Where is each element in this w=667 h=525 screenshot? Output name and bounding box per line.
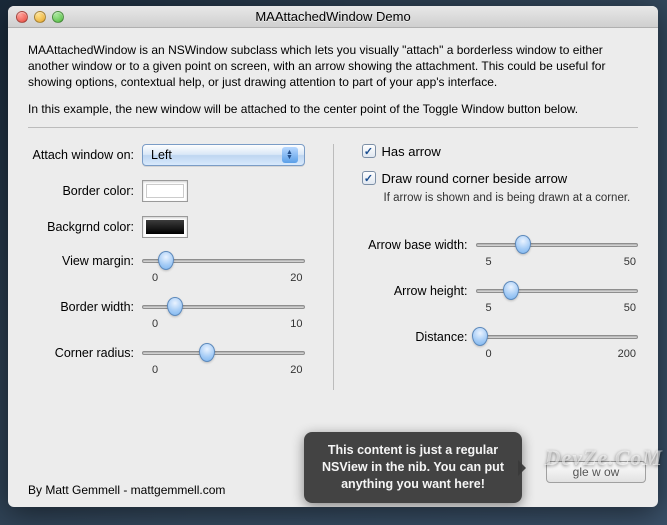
has-arrow-checkbox[interactable]: ✓ (362, 144, 376, 158)
chevron-updown-icon: ▲▼ (282, 147, 298, 163)
window-title: MAAttachedWindow Demo (8, 9, 658, 24)
view-margin-slider[interactable] (142, 252, 305, 270)
view-margin-min: 0 (152, 272, 158, 284)
intro-paragraph-1: MAAttachedWindow is an NSWindow subclass… (28, 42, 638, 91)
background-color-swatch (146, 220, 184, 234)
columns: Attach window on: Left ▲▼ Border color: … (28, 144, 638, 390)
attach-value: Left (151, 148, 172, 162)
corner-radius-min: 0 (152, 364, 158, 376)
toggle-window-button[interactable]: gle w ow (546, 461, 646, 483)
corner-radius-block: Corner radius: 0 20 (28, 344, 305, 376)
left-column: Attach window on: Left ▲▼ Border color: … (28, 144, 305, 390)
arrow-base-width-max: 50 (624, 256, 636, 268)
arrow-height-block: Arrow height: 5 50 (362, 282, 639, 314)
right-column: ✓ Has arrow ✓ Draw round corner beside a… (362, 144, 639, 390)
round-corner-note: If arrow is shown and is being drawn at … (384, 192, 639, 204)
attached-panel: This content is just a regular NSView in… (304, 432, 522, 503)
attach-row: Attach window on: Left ▲▼ (28, 144, 305, 166)
footer-credit: By Matt Gemmell - mattgemmell.com (28, 483, 225, 497)
border-color-row: Border color: (28, 180, 305, 202)
intro-text: MAAttachedWindow is an NSWindow subclass… (28, 42, 638, 117)
arrow-base-width-slider[interactable] (476, 236, 639, 254)
round-corner-checkbox[interactable]: ✓ (362, 171, 376, 185)
distance-label: Distance: (362, 330, 476, 344)
background-color-well[interactable] (142, 216, 188, 238)
has-arrow-label: Has arrow (382, 144, 441, 159)
divider-line (28, 127, 638, 128)
border-color-label: Border color: (28, 184, 142, 198)
background-color-label: Backgrnd color: (28, 220, 142, 234)
attach-label: Attach window on: (28, 148, 142, 162)
border-color-swatch (146, 184, 184, 198)
border-color-well[interactable] (142, 180, 188, 202)
border-width-max: 10 (290, 318, 302, 330)
arrow-height-slider[interactable] (476, 282, 639, 300)
border-width-label: Border width: (28, 300, 142, 314)
corner-radius-max: 20 (290, 364, 302, 376)
border-width-min: 0 (152, 318, 158, 330)
round-corner-label: Draw round corner beside arrow (382, 171, 568, 186)
arrow-height-label: Arrow height: (362, 284, 476, 298)
arrow-base-width-label: Arrow base width: (362, 238, 476, 252)
round-corner-row: ✓ Draw round corner beside arrow (362, 171, 639, 186)
column-divider (333, 144, 334, 390)
has-arrow-row: ✓ Has arrow (362, 144, 639, 159)
attached-panel-text: This content is just a regular NSView in… (322, 443, 504, 491)
view-margin-block: View margin: 0 20 (28, 252, 305, 284)
background-color-row: Backgrnd color: (28, 216, 305, 238)
attach-select[interactable]: Left ▲▼ (142, 144, 305, 166)
corner-radius-slider[interactable] (142, 344, 305, 362)
border-width-slider[interactable] (142, 298, 305, 316)
view-margin-max: 20 (290, 272, 302, 284)
view-margin-label: View margin: (28, 254, 142, 268)
arrow-height-max: 50 (624, 302, 636, 314)
demo-window: MAAttachedWindow Demo MAAttachedWindow i… (8, 6, 658, 507)
distance-block: Distance: 0 200 (362, 328, 639, 360)
titlebar[interactable]: MAAttachedWindow Demo (8, 6, 658, 28)
border-width-block: Border width: 0 10 (28, 298, 305, 330)
arrow-base-width-block: Arrow base width: 5 50 (362, 236, 639, 268)
corner-radius-label: Corner radius: (28, 346, 142, 360)
arrow-base-width-min: 5 (486, 256, 492, 268)
toggle-window-label: gle w ow (573, 465, 620, 479)
intro-paragraph-2: In this example, the new window will be … (28, 101, 638, 117)
arrow-height-min: 5 (486, 302, 492, 314)
distance-max: 200 (618, 348, 636, 360)
distance-min: 0 (486, 348, 492, 360)
distance-slider[interactable] (476, 328, 639, 346)
content-area: MAAttachedWindow is an NSWindow subclass… (8, 28, 658, 400)
